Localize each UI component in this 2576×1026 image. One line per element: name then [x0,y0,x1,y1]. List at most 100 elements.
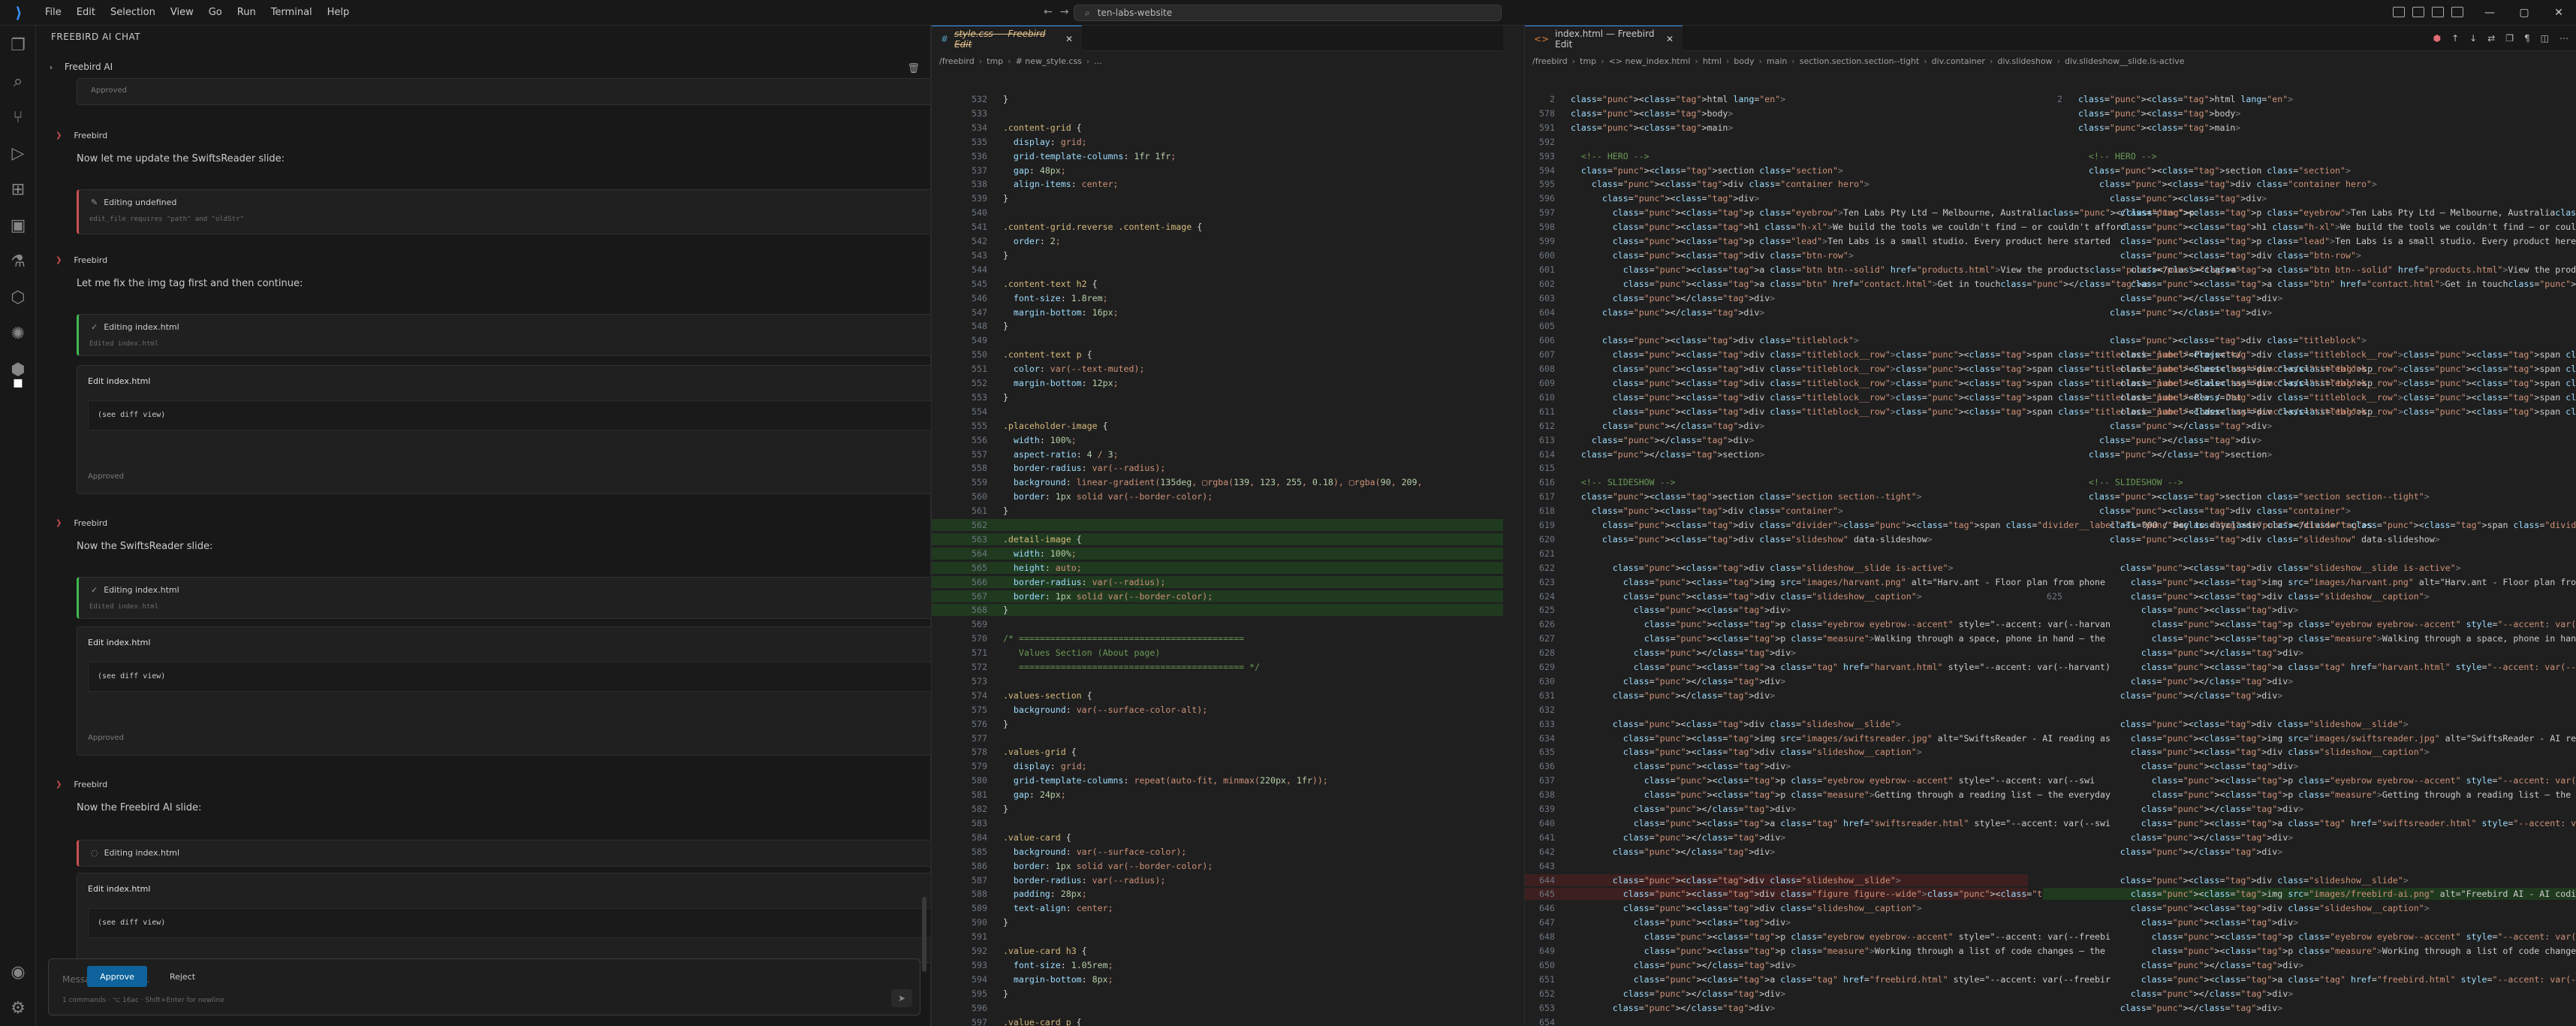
code-line[interactable]: 611 class="punc"><class="tag">div class=… [1525,406,2373,418]
code-line[interactable]: 644 class="punc"><class="tag">div class=… [1525,874,2028,886]
code-line[interactable]: 618 class="punc"><class="tag">div class=… [1525,505,2028,517]
code-line[interactable]: 596 [932,1002,1503,1014]
code-line[interactable]: class="punc"><class="tag">div class="sli… [2043,874,2576,886]
code-line[interactable]: 535 display: grid; [932,136,1503,148]
code-line[interactable]: 562 [932,519,1503,531]
code-line[interactable]: 539 } [932,192,1503,204]
code-line[interactable]: 578 .values-grid { [932,746,1503,758]
code-line[interactable]: 583 [932,817,1503,829]
code-line[interactable]: 561 } [932,505,1503,517]
testing-icon[interactable]: ⚗ [8,251,29,272]
settings-gear-icon[interactable]: ⚙ [8,997,29,1018]
breadcrumb-item[interactable]: div.slideshow [1997,56,2052,66]
breadcrumb-item[interactable]: /freebird [939,56,975,66]
breadcrumb-item[interactable]: body [1734,56,1754,66]
code-line[interactable]: 601 class="punc"><class="tag">a class="b… [1525,264,2242,276]
code-line[interactable]: class="punc"><class="tag">p class="measu… [2043,632,2576,644]
breadcrumb-item[interactable]: tmp [987,56,1003,66]
code-line[interactable]: 600 class="punc"><class="tag">div class=… [1525,249,2028,261]
code-line[interactable]: class="punc"><class="tag">div class="sli… [2043,718,2576,730]
code-line[interactable]: class="punc"><class="tag">p class="eyebr… [2043,207,2576,219]
code-line[interactable] [2043,860,2576,872]
code-line[interactable]: 573 [932,675,1503,687]
breadcrumb-item[interactable]: div.slideshow__slide.is-active [2065,56,2185,66]
code-line[interactable]: class="punc"><class="tag">div class="tit… [2043,406,2576,418]
command-center[interactable]: ⌕ ten-labs-website [1074,5,1502,21]
code-line[interactable]: 594 class="punc"><class="tag">section cl… [1525,164,2028,177]
close-tab-icon[interactable]: ✕ [1065,34,1073,44]
code-line[interactable]: class="punc"><class="tag">div class="tit… [2043,377,2576,389]
code-line[interactable]: class="punc"></class="tag">div> [2043,846,2576,858]
code-line[interactable]: 556 width: 100%; [932,434,1503,446]
code-line[interactable]: class="punc"><class="tag">p class="measu… [2043,945,2576,957]
code-line[interactable]: class="punc"><class="tag">div> [2043,604,2576,616]
code-line[interactable]: 544 [932,264,1503,276]
code-line[interactable]: class="punc"><class="tag">div> [2043,760,2576,772]
code-line[interactable]: class="punc"><class="tag">a class="btn" … [2043,278,2576,290]
code-line[interactable]: class="punc"><class="tag">section class=… [2043,164,2576,177]
breadcrumb-item[interactable]: tmp [1580,56,1596,66]
code-line[interactable]: class="punc"><class="tag">div class="sli… [2043,562,2576,574]
code-line[interactable]: class="punc"><class="tag">div> [2043,916,2576,928]
approve-button[interactable]: Approve [87,966,147,987]
code-line[interactable]: 585 background: var(--surface-color); [932,846,1503,858]
code-line[interactable]: 533 [932,107,1503,119]
code-line[interactable]: 584 .value-card { [932,831,1503,843]
code-line[interactable]: 598 class="punc"><class="tag">h1 class="… [1525,221,2126,233]
code-line[interactable]: 560 border: 1px solid var(--border-color… [932,490,1503,502]
code-line[interactable]: class="punc"><class="tag">a class="tag" … [2043,661,2576,673]
code-line[interactable]: class="punc"><class="tag">main> [2043,122,2576,134]
code-line[interactable] [2043,462,2576,474]
customize-layout-icon[interactable] [2451,7,2463,17]
code-line[interactable]: class="punc"></class="tag">div> [2043,306,2576,318]
code-line[interactable]: 554 [932,406,1503,418]
code-line[interactable]: class="punc"><class="tag">img src="image… [2043,576,2576,588]
code-line[interactable]: 592 [1525,136,2028,148]
menu-file[interactable]: File [38,7,69,18]
code-line[interactable]: 630 class="punc"></class="tag">div> [1525,675,2028,687]
split-editor-icon[interactable]: ◫ [2541,33,2549,44]
chat-scrollbar[interactable] [922,897,926,972]
nav-arrows[interactable]: ←→ [1044,6,1076,18]
code-line[interactable]: class="punc"></class="tag">div> [2043,690,2576,702]
code-line[interactable]: class="punc"></class="tag">div> [2043,803,2576,815]
code-line[interactable]: 580 grid-template-columns: repeat(auto-f… [932,774,1503,786]
maximize-icon[interactable]: ▢ [2507,0,2541,26]
code-line[interactable]: 645 class="punc"><class="tag">div class=… [1525,888,2237,901]
code-line[interactable]: 536 grid-template-columns: 1fr 1fr; [932,150,1503,162]
code-line[interactable]: 557 aspect-ratio: 4 / 3; [932,448,1503,460]
code-line[interactable]: 565 height: auto; [932,561,1503,574]
code-line[interactable]: 606 class="punc"><class="tag">div class=… [1525,334,2028,346]
code-line[interactable]: 603 class="punc"></class="tag">div> [1525,292,2028,304]
code-line[interactable]: 643 [1525,860,2028,872]
code-line[interactable]: 610 class="punc"><class="tag">div class=… [1525,391,2242,403]
code-line[interactable]: 634 class="punc"><class="tag">img src="i… [1525,732,2111,744]
code-line[interactable]: 545 .content-text h2 { [932,278,1503,290]
code-line[interactable] [2043,704,2576,716]
code-line[interactable]: 589 text-align: center; [932,902,1503,914]
code-line[interactable]: 621 [1525,548,2028,560]
code-line[interactable]: 607 class="punc"><class="tag">div class=… [1525,349,2242,361]
code-line[interactable]: <!-- SLIDESHOW --> [2043,476,2576,488]
prev-change-icon[interactable]: ↓ [2469,33,2477,44]
code-line[interactable]: 653 class="punc"></class="tag">div> [1525,1002,2028,1014]
code-line[interactable]: 650 class="punc"></class="tag">div> [1525,959,2028,971]
code-line[interactable]: 563 .detail-image { [932,533,1503,545]
breadcrumb-item[interactable]: /freebird [1532,56,1568,66]
code-line[interactable]: 546 font-size: 1.8rem; [932,292,1503,304]
code-line[interactable]: 553 } [932,391,1503,403]
code-line[interactable]: 625 class="punc"><class="tag">div class=… [2043,590,2576,602]
code-line[interactable]: 654 [1525,1016,2028,1026]
menu-view[interactable]: View [163,7,201,18]
menu-edit[interactable]: Edit [69,7,103,18]
code-line[interactable]: 568 } [932,604,1503,617]
code-line[interactable]: 627 class="punc"><class="tag">p class="m… [1525,632,2105,644]
code-line[interactable]: 576 } [932,718,1503,730]
code-line[interactable]: class="punc"><class="tag">div class="sli… [2043,746,2576,758]
code-line[interactable]: 590 } [932,916,1503,928]
search-icon[interactable]: ⌕ [8,71,29,92]
code-line[interactable]: 633 class="punc"><class="tag">div class=… [1525,718,2028,730]
code-line[interactable]: class="punc"></class="tag">div> [2043,675,2576,687]
minimize-icon[interactable]: — [2472,0,2507,26]
menu-selection[interactable]: Selection [103,7,163,18]
